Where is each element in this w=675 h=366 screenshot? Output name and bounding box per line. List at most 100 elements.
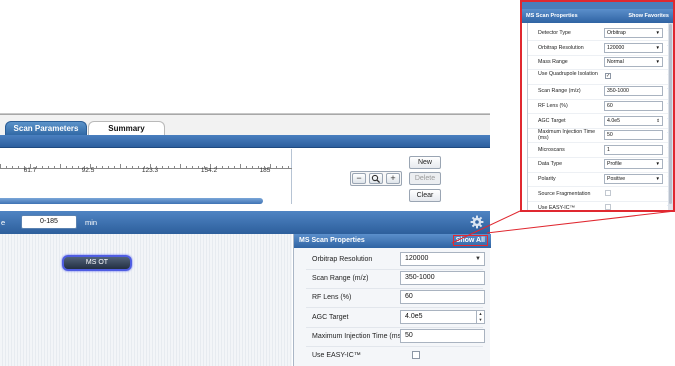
ruler-tick: [258, 166, 259, 168]
callout-checkbox[interactable]: ✓: [605, 72, 611, 79]
use-easy-ic-checkbox[interactable]: [412, 351, 420, 359]
magnifier-icon[interactable]: [369, 173, 383, 184]
show-favorites-button[interactable]: Show Favorites: [628, 9, 669, 23]
callout-property-value: 50: [607, 132, 613, 139]
callout-property-label: Scan Range (m/z): [538, 88, 581, 95]
ruler-tick: [108, 166, 109, 168]
callout-property-label: Maximum Injection Time (ms): [538, 129, 596, 142]
property-row: Orbitrap Resolution 120000 ▼: [306, 251, 485, 268]
callout-property-row: RF Lens (%)60★: [528, 99, 672, 114]
callout-top-band: [522, 2, 673, 9]
spinner-arrows-icon[interactable]: ▲ ▼: [476, 311, 484, 323]
callout-select[interactable]: Positive ▼: [604, 174, 663, 184]
callout-property-label: Polarity: [538, 176, 556, 182]
callout-property-row: Use EASY-IC™★: [528, 201, 672, 210]
callout-select[interactable]: Orbitrap ▼: [604, 28, 663, 38]
ruler-tick: [276, 166, 277, 168]
new-button[interactable]: New: [409, 156, 441, 169]
time-range-input[interactable]: 0-185: [21, 215, 77, 229]
delete-button[interactable]: Delete: [409, 172, 441, 185]
callout-checkbox[interactable]: [605, 204, 611, 210]
callout-text-field[interactable]: 60: [604, 101, 663, 111]
orbitrap-resolution-select[interactable]: 120000 ▼: [400, 252, 485, 266]
callout-property-row: Data TypeProfile▼★: [528, 157, 672, 172]
property-label: Use EASY-IC™: [312, 352, 361, 359]
callout-spinner[interactable]: 4.0e5 ⇕: [604, 115, 663, 126]
ruler-tick: [60, 164, 61, 168]
method-canvas[interactable]: MS OT: [0, 234, 292, 366]
callout-property-label: Use Quadrupole Isolation: [538, 70, 598, 77]
ruler-tick: [282, 166, 283, 168]
property-label: AGC Target: [312, 314, 349, 321]
row-divider: [306, 307, 483, 308]
ruler-tick: [138, 166, 139, 168]
tab-scan-parameters[interactable]: Scan Parameters: [5, 121, 87, 136]
ruler-tick: [180, 164, 181, 168]
ruler-tick: [6, 166, 7, 168]
timeline-panel[interactable]: 61.7 92.5 123.3 154.2 185: [0, 149, 292, 204]
callout-property-label: Data Type: [538, 161, 563, 168]
callout-select[interactable]: Normal ▼: [604, 57, 663, 68]
callout-scroll-thumb[interactable]: [669, 24, 672, 204]
time-range-bar[interactable]: [0, 198, 263, 204]
timeline-ruler: 61.7 92.5 123.3 154.2 185: [0, 163, 292, 174]
callout-checkbox[interactable]: [605, 189, 611, 196]
callout-property-row: PolarityPositive▼★: [528, 172, 672, 187]
rf-lens-field[interactable]: 60: [400, 290, 485, 304]
callout-header: MS Scan Properties Show Favorites: [522, 9, 673, 23]
ruler-tick: [72, 166, 73, 168]
clear-button[interactable]: Clear: [409, 189, 441, 202]
ruler-tick: [96, 166, 97, 168]
dropdown-caret-icon: ▼: [655, 161, 660, 167]
callout-property-list: Detector TypeOrbitrap▼★Orbitrap Resoluti…: [527, 23, 672, 210]
ruler-tick: [12, 166, 13, 168]
callout-property-value: Normal: [607, 59, 624, 66]
callout-text-field[interactable]: 1: [604, 144, 663, 155]
ruler-tick-label: 123.3: [141, 167, 159, 174]
ruler-tick: [246, 166, 247, 168]
callout-text-field[interactable]: 50: [604, 130, 663, 141]
ruler-tick: [0, 164, 1, 168]
gear-icon[interactable]: [470, 215, 484, 229]
callout-property-row: Maximum Injection Time (ms)50★: [528, 128, 672, 143]
ruler-tick: [150, 164, 151, 168]
callout-property-row: Microscans1★: [528, 143, 672, 158]
zoom-in-button[interactable]: +: [386, 173, 400, 184]
ruler-tick: [252, 166, 253, 168]
property-value: 120000: [405, 255, 429, 262]
callout-select[interactable]: Profile ▼: [604, 159, 663, 170]
tab-summary[interactable]: Summary: [88, 121, 165, 136]
ruler-tick: [270, 164, 271, 168]
property-label: Maximum Injection Time (ms): [312, 333, 404, 340]
callout-text-field[interactable]: 350-1000: [604, 86, 663, 97]
expanded-properties-callout: MS Scan Properties Show Favorites Detect…: [520, 0, 675, 212]
zoom-out-button[interactable]: −: [352, 173, 366, 184]
max-injection-time-field[interactable]: 50: [400, 329, 485, 343]
spinner-arrows-icon: ⇕: [656, 117, 660, 123]
show-all-button[interactable]: Show All: [452, 235, 488, 246]
ruler-tick-label: 185: [259, 167, 271, 174]
callout-property-label: Mass Range: [538, 59, 568, 66]
ruler-tick: [132, 166, 133, 168]
property-row: Use EASY-IC™: [306, 347, 484, 364]
scan-range-field[interactable]: 350-1000: [400, 271, 485, 285]
properties-header: MS Scan Properties Show All: [294, 234, 491, 248]
ruler-tick: [102, 166, 103, 168]
dropdown-caret-icon: ▼: [655, 59, 660, 65]
property-row: Scan Range (m/z) 350-1000: [306, 270, 485, 287]
agc-target-spinner[interactable]: 4.0e5 ▲ ▼: [400, 310, 485, 324]
dropdown-caret-icon: ▼: [655, 30, 660, 35]
ms-ot-node[interactable]: MS OT: [62, 255, 132, 271]
callout-property-value: Profile: [607, 161, 622, 168]
dropdown-caret-icon: ▼: [655, 176, 660, 181]
callout-select[interactable]: 120000 ▼: [604, 42, 663, 53]
property-label: Scan Range (m/z): [312, 275, 369, 282]
callout-property-row: Source Fragmentation★: [528, 187, 672, 202]
ruler-tick: [186, 166, 187, 168]
ruler-tick: [144, 166, 145, 168]
callout-property-row: Use Quadrupole Isolation✓★: [528, 70, 672, 85]
time-range-bar-panel: e 0-185 min: [0, 211, 490, 234]
ruler-tick: [228, 166, 229, 168]
callout-property-row: Orbitrap Resolution120000▼★: [528, 41, 672, 56]
zoom-controls: − +: [350, 171, 402, 186]
